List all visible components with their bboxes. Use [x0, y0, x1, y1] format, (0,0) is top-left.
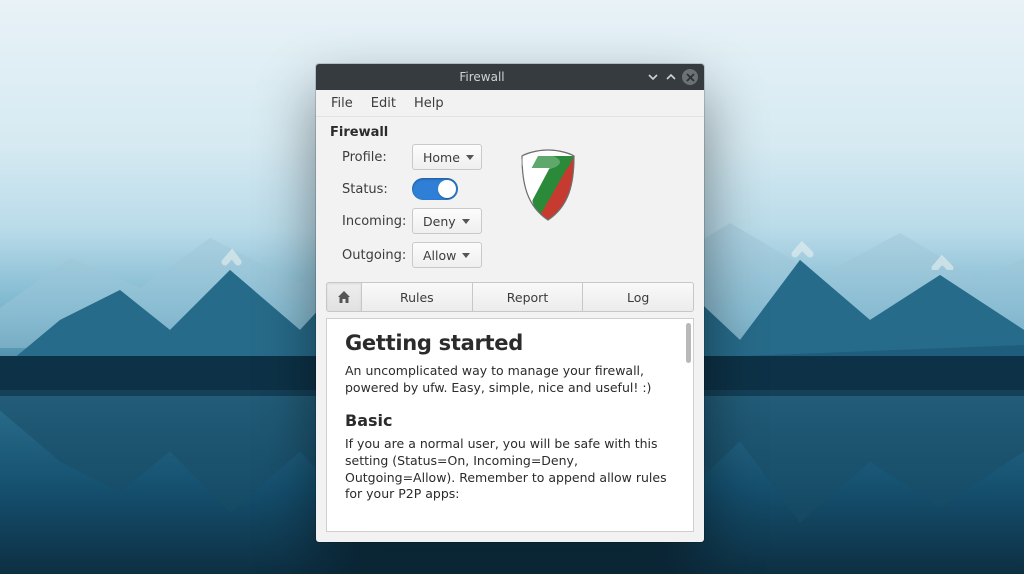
status-toggle[interactable] — [412, 178, 458, 200]
incoming-value: Deny — [423, 214, 456, 229]
outgoing-value: Allow — [423, 248, 456, 263]
doc-subheading: Basic — [345, 411, 667, 430]
chevron-down-icon — [462, 219, 470, 224]
incoming-combo[interactable]: Deny — [412, 208, 482, 234]
chevron-down-icon — [462, 253, 470, 258]
settings-panel: Profile: Home Status: Incoming: Deny Out… — [316, 142, 704, 278]
scrollbar[interactable] — [685, 323, 691, 527]
chevron-down-icon — [466, 155, 474, 160]
close-button[interactable] — [682, 69, 698, 85]
tab-log[interactable]: Log — [583, 282, 694, 312]
doc-heading: Getting started — [345, 331, 667, 355]
menubar: File Edit Help — [316, 90, 704, 117]
tab-rules-label: Rules — [400, 290, 434, 305]
tabbar: Rules Report Log — [316, 282, 704, 312]
outgoing-label: Outgoing: — [342, 248, 406, 263]
menu-file[interactable]: File — [322, 93, 362, 114]
minimize-button[interactable] — [646, 70, 660, 84]
tab-rules[interactable]: Rules — [362, 282, 473, 312]
tab-report[interactable]: Report — [473, 282, 584, 312]
menu-edit[interactable]: Edit — [362, 93, 405, 114]
toggle-knob — [438, 180, 456, 198]
doc-basic-text: If you are a normal user, you will be sa… — [345, 436, 667, 504]
doc-intro: An uncomplicated way to manage your fire… — [345, 363, 667, 397]
firewall-window: Firewall File Edit Help Firewall Profile… — [316, 64, 704, 542]
content-panel: Getting started An uncomplicated way to … — [326, 318, 694, 532]
titlebar[interactable]: Firewall — [316, 64, 704, 90]
profile-combo[interactable]: Home — [412, 144, 482, 170]
profile-value: Home — [423, 150, 460, 165]
status-label: Status: — [342, 182, 406, 197]
menu-help[interactable]: Help — [405, 93, 453, 114]
maximize-button[interactable] — [664, 70, 678, 84]
tab-home[interactable] — [326, 282, 362, 312]
scrollbar-thumb[interactable] — [686, 323, 691, 363]
profile-label: Profile: — [342, 150, 406, 165]
gufw-shield-icon — [516, 146, 580, 226]
section-heading: Firewall — [316, 117, 704, 142]
getting-started-doc: Getting started An uncomplicated way to … — [331, 323, 681, 527]
outgoing-combo[interactable]: Allow — [412, 242, 482, 268]
incoming-label: Incoming: — [342, 214, 406, 229]
tab-log-label: Log — [627, 290, 649, 305]
home-icon — [336, 289, 352, 305]
window-title: Firewall — [322, 70, 642, 84]
tab-report-label: Report — [507, 290, 548, 305]
